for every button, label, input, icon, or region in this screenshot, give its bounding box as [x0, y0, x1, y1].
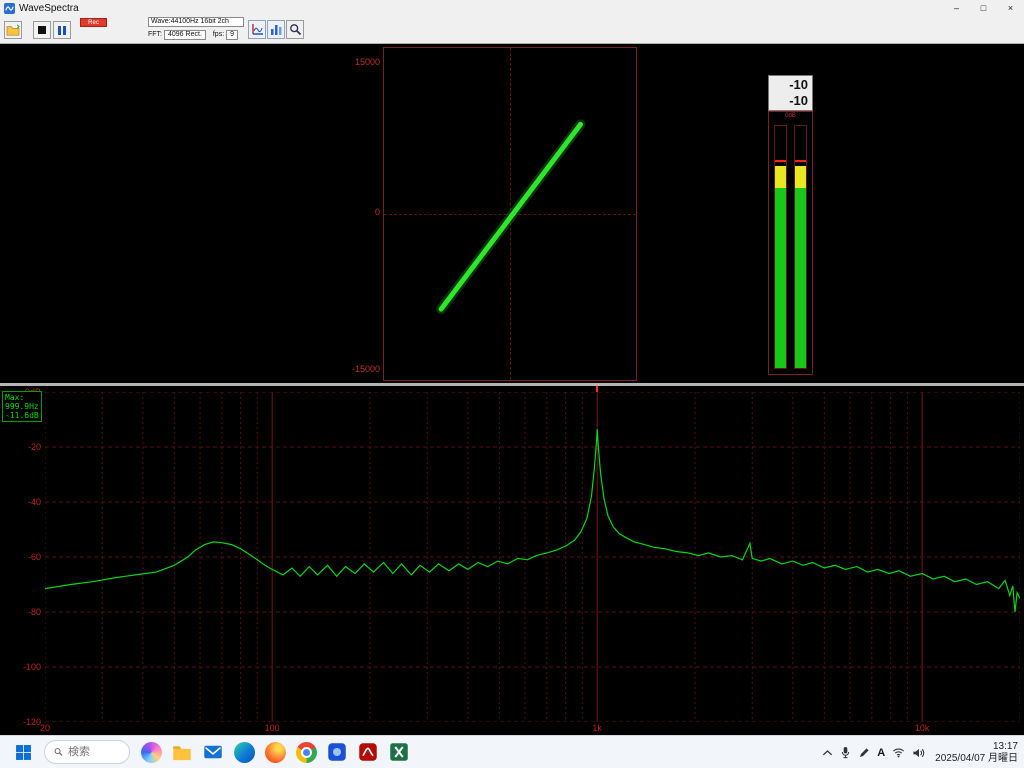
- clock-time: 13:17: [935, 741, 1018, 753]
- taskbar: A 13:17 2025/04/07 月曜日: [0, 735, 1024, 768]
- close-button[interactable]: ×: [997, 0, 1024, 16]
- scope-axis-zero-label: 0: [338, 207, 380, 217]
- fft-label: FFT:: [148, 31, 162, 38]
- rec-indicator: Rec: [80, 18, 107, 27]
- acrobat-icon[interactable]: [355, 739, 381, 765]
- meter-left-db-value: -10: [769, 77, 808, 93]
- meter-right-db-value: -10: [769, 93, 808, 109]
- search-icon: [54, 746, 63, 758]
- pause-icon: [58, 26, 66, 35]
- display-area: 15000 0 -15000 -10 -10 0dB: [0, 44, 1024, 385]
- meter-right-yellow-fill: [795, 166, 806, 188]
- app-icon: [4, 3, 15, 14]
- titlebar: WaveSpectra – □ ×: [0, 0, 1024, 16]
- edge-icon[interactable]: [231, 739, 257, 765]
- peak-readout-level: -11.6dB: [5, 411, 39, 420]
- spectrum-panel: Max: 999.9Hz -11.6dB 0dB -20 -40 -60 -80…: [0, 386, 1024, 735]
- start-button[interactable]: [10, 739, 36, 765]
- x-tick-1k: 1k: [592, 723, 602, 733]
- wavespectra-window: WaveSpectra – □ × Rec Wave:44100Hz 16bit…: [0, 0, 1024, 768]
- mail-icon[interactable]: [200, 739, 226, 765]
- lissajous-trace: [441, 124, 580, 309]
- toolbar: Rec Wave:44100Hz 16bit 2ch FFT: 4096 Rec…: [0, 16, 1024, 44]
- copilot-icon[interactable]: [138, 739, 164, 765]
- y-tick-20: -20: [0, 442, 41, 452]
- x-tick-100hz: 100: [265, 723, 280, 733]
- open-button[interactable]: [4, 21, 22, 39]
- network-icon[interactable]: [892, 747, 905, 758]
- fps-field[interactable]: 9: [226, 30, 238, 40]
- taskbar-clock[interactable]: 13:17 2025/04/07 月曜日: [932, 741, 1018, 765]
- peak-readout-freq: 999.9Hz: [5, 402, 39, 411]
- system-tray: A 13:17 2025/04/07 月曜日: [822, 736, 1018, 768]
- blue-app-icon[interactable]: [324, 739, 350, 765]
- meter-scale-label: 0dB: [769, 113, 812, 119]
- stop-button[interactable]: [33, 21, 51, 39]
- magnifier-icon: [289, 23, 302, 36]
- y-tick-120: -120: [0, 717, 41, 727]
- spectrum-view-button[interactable]: [267, 20, 285, 39]
- open-folder-icon: [6, 24, 20, 36]
- zoom-button[interactable]: [286, 20, 304, 39]
- clock-date: 2025/04/07 月曜日: [935, 753, 1018, 765]
- waveform-view-button[interactable]: [248, 20, 266, 39]
- axes-icon: [251, 23, 264, 36]
- minimize-button[interactable]: –: [943, 0, 970, 16]
- pen-icon[interactable]: [858, 747, 870, 759]
- panel-splitter[interactable]: [0, 383, 1024, 386]
- meter-readout: -10 -10: [768, 75, 813, 111]
- peak-readout-label: Max:: [5, 393, 39, 402]
- y-tick-60: -60: [0, 552, 41, 562]
- fft-settings-row: FFT: 4096 Rect. fps: 9: [148, 29, 238, 40]
- stop-icon: [38, 26, 46, 34]
- x-tick-10k: 10k: [915, 723, 930, 733]
- lissajous-scope: [383, 47, 637, 381]
- wave-info-field: Wave:44100Hz 16bit 2ch: [148, 17, 244, 27]
- level-meter: 0dB: [768, 111, 813, 375]
- taskbar-search[interactable]: [44, 740, 130, 764]
- spectrum-svg: [45, 392, 1020, 722]
- taskbar-apps: [138, 739, 412, 765]
- peak-readout: Max: 999.9Hz -11.6dB: [2, 391, 42, 422]
- bars-icon: [270, 23, 283, 36]
- lissajous-svg: [384, 48, 636, 380]
- mic-icon[interactable]: [840, 746, 851, 759]
- y-tick-80: -80: [0, 607, 41, 617]
- meter-left-peak-hold: [775, 160, 786, 162]
- fps-label: fps:: [213, 31, 224, 38]
- window-title: WaveSpectra: [19, 3, 79, 14]
- peak-frequency-marker: [596, 386, 598, 392]
- meter-right-green-fill: [795, 188, 806, 368]
- meter-bar-left: [774, 125, 787, 369]
- x-tick-20hz: 20: [40, 723, 50, 733]
- chrome-icon[interactable]: [293, 739, 319, 765]
- fft-setting-field[interactable]: 4096 Rect.: [164, 30, 206, 40]
- meter-right-peak-hold: [795, 160, 806, 162]
- chevron-up-icon[interactable]: [822, 749, 833, 757]
- scope-axis-min-label: -15000: [338, 364, 380, 374]
- folder-icon[interactable]: [169, 739, 195, 765]
- volume-icon[interactable]: [912, 747, 925, 759]
- meter-bar-right: [794, 125, 807, 369]
- ime-indicator[interactable]: A: [877, 747, 885, 759]
- meter-left-yellow-fill: [775, 166, 786, 188]
- firefox-icon[interactable]: [262, 739, 288, 765]
- search-input[interactable]: [68, 746, 120, 758]
- pause-button[interactable]: [53, 21, 71, 39]
- excel-icon[interactable]: [386, 739, 412, 765]
- window-controls: – □ ×: [943, 0, 1024, 16]
- windows-logo-icon: [15, 744, 32, 761]
- y-tick-40: -40: [0, 497, 41, 507]
- scope-axis-max-label: 15000: [338, 57, 380, 67]
- meter-left-green-fill: [775, 188, 786, 368]
- y-tick-100: -100: [0, 662, 41, 672]
- maximize-button[interactable]: □: [970, 0, 997, 16]
